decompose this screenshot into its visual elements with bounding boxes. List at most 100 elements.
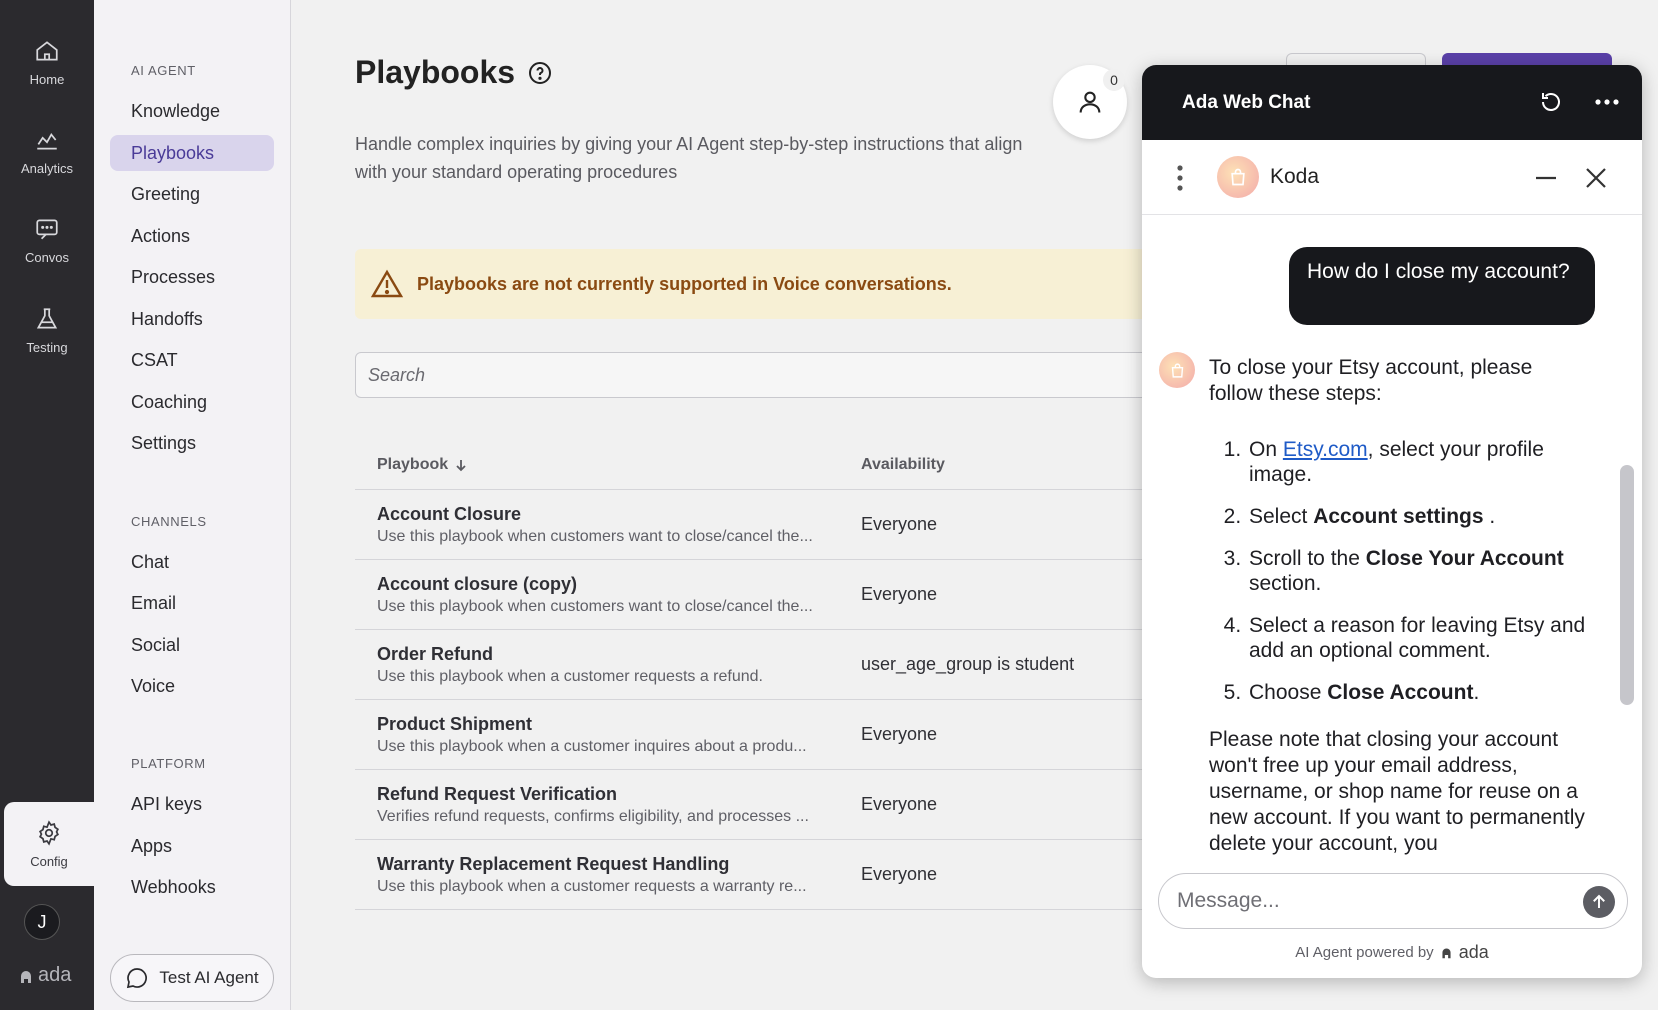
sort-down-icon <box>456 460 466 472</box>
column-header-availability: Availability <box>861 456 945 473</box>
sidebar-item-api-keys[interactable]: API keys <box>110 786 274 822</box>
playbook-description: Verifies refund requests, confirms eligi… <box>377 808 809 825</box>
table-row[interactable]: Refund Request Verification Verifies ref… <box>355 770 1255 840</box>
section-title-channels: CHANNELS <box>131 514 207 529</box>
test-ai-agent-button[interactable]: Test AI Agent <box>110 954 274 1002</box>
launcher-badge: 0 <box>1103 69 1125 91</box>
ada-logo: ada <box>18 964 71 987</box>
playbook-name: Account Closure <box>377 504 522 524</box>
playbook-description: Use this playbook when a customer reques… <box>377 878 807 895</box>
more-vertical-icon[interactable] <box>1176 164 1184 192</box>
user-avatar[interactable]: J <box>24 904 60 940</box>
table-row[interactable]: Warranty Replacement Request Handling Us… <box>355 840 1255 910</box>
bot-name: Koda <box>1270 165 1320 188</box>
rail-item-testing[interactable]: Testing <box>0 288 94 372</box>
sidebar-item-apps[interactable]: Apps <box>110 828 274 864</box>
step-item: Select Account settings . <box>1247 504 1589 529</box>
sidebar-item-actions[interactable]: Actions <box>110 218 274 254</box>
sidebar-item-webhooks[interactable]: Webhooks <box>110 869 274 905</box>
sidebar-item-settings[interactable]: Settings <box>110 425 274 461</box>
table-row[interactable]: Order Refund Use this playbook when a cu… <box>355 630 1255 700</box>
voice-warning-banner: Playbooks are not currently supported in… <box>355 249 1255 319</box>
sidebar-item-coaching[interactable]: Coaching <box>110 384 274 420</box>
search-input[interactable] <box>355 352 1255 398</box>
section-title-ai-agent: AI AGENT <box>131 63 196 78</box>
chat-header: Koda <box>1142 140 1642 215</box>
rail-item-analytics[interactable]: Analytics <box>0 109 94 193</box>
step-item: Choose Close Account. <box>1247 680 1589 705</box>
sidebar-item-social[interactable]: Social <box>110 627 274 663</box>
column-header-playbook[interactable]: Playbook <box>377 456 468 474</box>
minimize-icon[interactable] <box>1534 166 1558 190</box>
page-description: Handle complex inquiries by giving your … <box>355 134 1023 182</box>
rail-item-convos[interactable]: Convos <box>0 198 94 282</box>
rail-item-label: Testing <box>26 339 68 355</box>
scrollbar-thumb[interactable] <box>1620 465 1634 705</box>
message-list[interactable]: How do I close my account? To close your… <box>1142 215 1642 858</box>
ada-logo-icon <box>21 970 31 983</box>
playbook-name: Account closure (copy) <box>377 574 578 594</box>
rail-item-label: Convos <box>24 249 70 265</box>
gear-icon <box>39 819 59 846</box>
rail-item-config[interactable]: Config <box>4 802 94 886</box>
sidebar-item-csat[interactable]: CSAT <box>110 342 274 378</box>
chat-widget: Ada Web Chat Koda How do I close my acco… <box>1142 65 1642 978</box>
playbook-availability: Everyone <box>861 794 938 814</box>
playbook-availability: Everyone <box>861 864 938 884</box>
step-item: On Etsy.com, select your profile image. <box>1247 437 1589 487</box>
table-row[interactable]: Product Shipment Use this playbook when … <box>355 700 1255 770</box>
reset-icon[interactable] <box>1539 90 1563 114</box>
warning-icon <box>371 269 403 298</box>
rail-item-home[interactable]: Home <box>0 20 94 104</box>
playbook-description: Use this playbook when a customer inquir… <box>377 738 807 755</box>
sidebar-item-handoffs[interactable]: Handoffs <box>110 301 274 337</box>
table-header: Playbook Availability <box>355 440 1255 490</box>
table-row[interactable]: Account closure (copy) Use this playbook… <box>355 560 1255 630</box>
header-secondary-button[interactable] <box>1286 53 1426 65</box>
bot-intro-text: To close your Etsy account, please follo… <box>1209 356 1533 405</box>
sidebar-item-playbooks[interactable]: Playbooks <box>110 135 274 171</box>
playbook-availability: Everyone <box>861 724 938 744</box>
chat-icon <box>36 218 58 239</box>
chat-window-titlebar: Ada Web Chat <box>1142 65 1642 140</box>
playbook-name: Product Shipment <box>377 714 533 734</box>
header-primary-button[interactable] <box>1442 53 1612 65</box>
sidebar-item-processes[interactable]: Processes <box>110 259 274 295</box>
bot-message: To close your Etsy account, please follo… <box>1209 355 1589 857</box>
sidebar-item-knowledge[interactable]: Knowledge <box>110 93 274 129</box>
playbook-availability: user_age_group is student <box>861 654 1075 674</box>
powered-by-footer: AI Agent powered by ada <box>1295 942 1489 962</box>
sidebar-item-greeting[interactable]: Greeting <box>110 176 274 212</box>
shopping-bag-icon <box>1231 168 1245 186</box>
playbook-name: Warranty Replacement Request Handling <box>377 854 730 874</box>
chat-window-title: Ada Web Chat <box>1182 91 1311 113</box>
analytics-icon <box>37 132 57 150</box>
playbook-name: Refund Request Verification <box>377 784 618 804</box>
left-rail: Home Analytics Convos Testing Config J a… <box>0 0 94 1010</box>
send-button[interactable] <box>1583 886 1615 918</box>
warning-text: Playbooks are not currently supported in… <box>417 273 952 294</box>
bot-avatar <box>1217 156 1259 198</box>
playbook-availability: Everyone <box>861 514 938 534</box>
rail-item-label: Home <box>29 71 65 87</box>
section-title-platform: PLATFORM <box>131 756 206 771</box>
more-horizontal-icon[interactable] <box>1593 90 1621 114</box>
bot-note-text: Please note that closing your account wo… <box>1209 728 1585 855</box>
etsy-link[interactable]: Etsy.com <box>1283 438 1368 461</box>
help-icon[interactable] <box>528 61 552 85</box>
message-input[interactable] <box>1159 889 1549 913</box>
playbook-availability: Everyone <box>861 584 938 604</box>
sidebar-item-email[interactable]: Email <box>110 585 274 621</box>
shopping-bag-icon <box>1171 362 1183 378</box>
test-ai-agent-label: Test AI Agent <box>159 968 259 987</box>
sidebar-item-chat[interactable]: Chat <box>110 544 274 580</box>
playbook-description: Use this playbook when a customer reques… <box>377 668 763 685</box>
close-icon[interactable] <box>1584 166 1608 190</box>
table-row[interactable]: Account Closure Use this playbook when c… <box>355 490 1255 560</box>
playbook-name: Order Refund <box>377 644 494 664</box>
playbook-description: Use this playbook when customers want to… <box>377 598 813 615</box>
flask-icon <box>36 307 58 329</box>
sidebar-item-voice[interactable]: Voice <box>110 668 274 704</box>
person-icon <box>1079 91 1101 113</box>
rail-item-label: Analytics <box>20 160 74 176</box>
